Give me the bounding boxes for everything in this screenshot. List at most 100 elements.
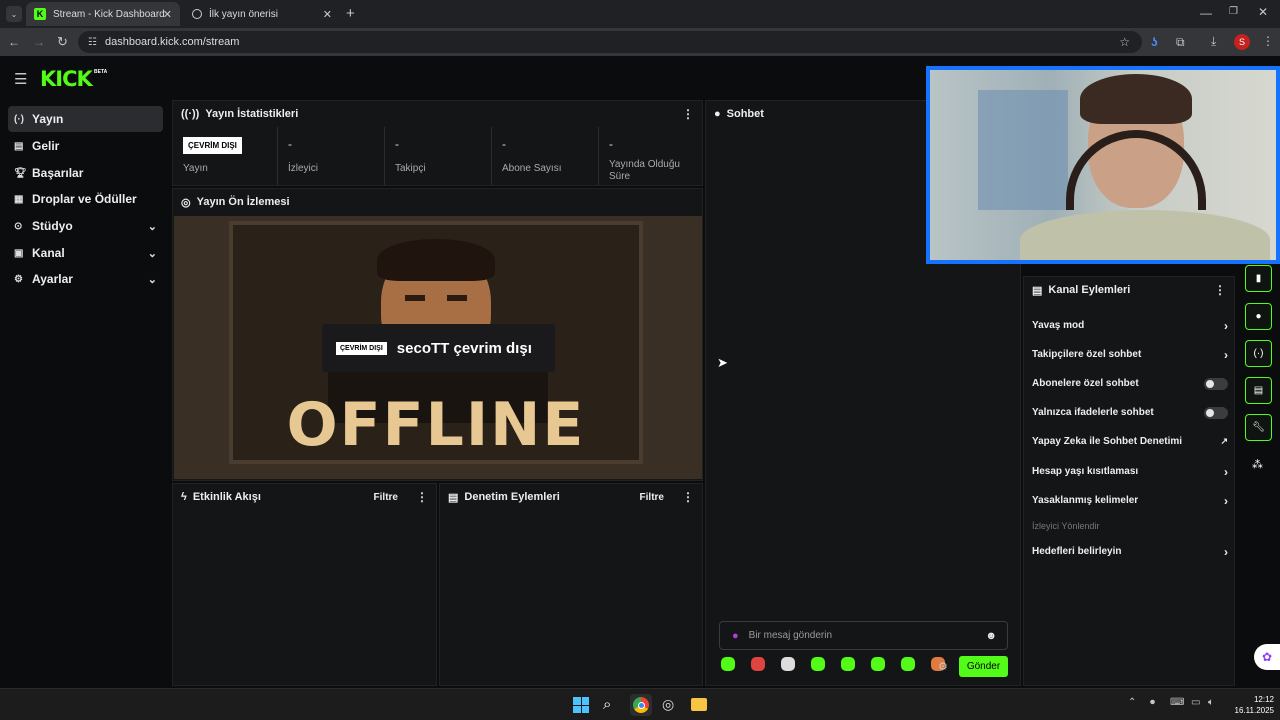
microphone-icon[interactable]: ● (732, 630, 739, 642)
browser-tab-bar: ⌄ K Stream - Kick Dashboard ✕ İlk yayın … (0, 0, 1280, 28)
chrome-icon (633, 697, 649, 713)
minimize-icon[interactable]: — (1200, 6, 1212, 20)
rail-broadcast-button[interactable]: (·) (1245, 340, 1272, 367)
chevron-right-icon: › (1224, 464, 1228, 479)
row-slow-mode[interactable]: Yavaş mod › (1032, 311, 1228, 340)
download-icon[interactable]: ⤓ (1211, 34, 1216, 49)
search-icon[interactable]: ⌕ (603, 696, 611, 713)
chevron-right-icon: › (1224, 347, 1228, 362)
panel-title: Denetim Eylemleri (464, 491, 560, 503)
chevron-right-icon: › (1224, 493, 1228, 508)
emote[interactable] (721, 657, 735, 671)
windows-start-icon[interactable] (573, 697, 589, 713)
subscribers-only-toggle[interactable] (1204, 377, 1228, 390)
address-bar[interactable]: ☷ dashboard.kick.com/stream ☆ (78, 31, 1142, 53)
sidebar-item-droplar[interactable]: ▦ Droplar ve Ödüller (8, 186, 163, 212)
send-button[interactable]: Gönder (959, 656, 1008, 677)
rail-notes-button[interactable]: ▮ (1245, 265, 1272, 292)
maximize-icon[interactable]: ❐ (1229, 6, 1238, 17)
sidebar-item-basarilar[interactable]: 🏆︎ Başarılar (8, 160, 163, 186)
tab-chatgpt[interactable]: İlk yayın önerisi ✕ (184, 2, 340, 26)
stat-value: - (609, 137, 613, 151)
stat-uptime: - Yayında Olduğu Süre (599, 127, 702, 185)
row-emotes-only: Yalnızca ifadelerle sohbet (1032, 398, 1228, 427)
sidebar-item-ayarlar[interactable]: ⚙ Ayarlar ⌄ (8, 266, 163, 292)
row-label: Takipçilere özel sohbet (1032, 349, 1142, 360)
clock[interactable]: 12:12 16.11.2025 (1226, 694, 1274, 716)
extension-icon[interactable]: ʖ (1151, 35, 1158, 49)
panel-header: ϟ Etkinlik Akışı Filtre ⋮ (173, 484, 436, 510)
row-followers-only[interactable]: Takipçilere özel sohbet › (1032, 340, 1228, 369)
sidebar-item-studyo[interactable]: ⊙ Stüdyo ⌄ (8, 213, 163, 239)
panel-header: ◎ Yayın Ön İzlemesi (173, 189, 702, 215)
more-options-icon[interactable]: ⋮ (1214, 283, 1226, 297)
filter-button[interactable]: Filtre (640, 492, 664, 503)
sidebar-item-gelir[interactable]: ▤ Gelir (8, 133, 163, 159)
row-banned-words[interactable]: Yasaklanmış kelimeler › (1032, 486, 1228, 515)
profile-avatar[interactable]: S (1234, 34, 1250, 50)
emoji-icon[interactable]: ☻ (985, 630, 997, 642)
more-options-icon[interactable]: ⋮ (682, 107, 694, 121)
new-tab-icon[interactable]: + (346, 5, 355, 22)
back-icon[interactable]: ← (8, 35, 20, 49)
kick-logo[interactable]: KICK (40, 67, 93, 91)
rail-tools-button[interactable]: 🔧︎ (1245, 414, 1272, 441)
site-info-icon[interactable]: ☷ (88, 37, 97, 48)
lightning-icon: ϟ (181, 491, 187, 503)
rail-actions-button[interactable]: ▤ (1245, 377, 1272, 404)
emote[interactable] (781, 657, 795, 671)
emote[interactable] (751, 657, 765, 671)
stat-subscribers: - Abone Sayısı (492, 127, 599, 185)
broadcast-icon: (·) (14, 113, 24, 125)
volume-icon[interactable]: 🔈︎ (1208, 697, 1214, 708)
chat-input[interactable]: ● Bir mesaj gönderin ☻ (719, 621, 1008, 650)
obs-icon[interactable]: ◎ (662, 696, 674, 713)
hamburger-menu-icon[interactable]: ☰ (14, 70, 27, 88)
tab-kick-dashboard[interactable]: K Stream - Kick Dashboard ✕ (26, 2, 180, 26)
assistant-launcher-icon[interactable]: ✿ (1254, 644, 1280, 670)
chat-settings-gear-icon[interactable]: ⚙ (938, 660, 948, 673)
panel-title: Etkinlik Akışı (192, 491, 261, 503)
add-widget-icon[interactable]: ⁂ (1252, 458, 1263, 471)
browser-menu-icon[interactable]: ⋮ (1262, 34, 1274, 48)
sidebar-item-label: Yayın (32, 112, 64, 126)
extensions-puzzle-icon[interactable]: ⧉ (1176, 35, 1185, 50)
shoulders (1020, 210, 1270, 260)
emote[interactable] (811, 657, 825, 671)
sidebar-item-yayin[interactable]: (·) Yayın (8, 106, 163, 132)
offline-message: secoTT çevrim dışı (396, 339, 532, 357)
emote[interactable] (841, 657, 855, 671)
rail-chat-button[interactable]: ● (1245, 303, 1272, 330)
chrome-taskbar-button[interactable] (630, 694, 652, 716)
row-ai-moderation[interactable]: Yapay Zeka ile Sohbet Denetimi ↗ (1032, 427, 1228, 456)
more-options-icon[interactable]: ⋮ (416, 490, 428, 504)
panel-header: ▤ Kanal Eylemleri ⋮ (1024, 277, 1234, 303)
row-set-goals[interactable]: Hedefleri belirleyin › (1032, 537, 1228, 566)
tab-search-icon[interactable]: ⌄ (6, 6, 22, 22)
chevron-right-icon: › (1224, 544, 1228, 559)
window-close-icon[interactable]: ✕ (1258, 5, 1268, 19)
filter-button[interactable]: Filtre (374, 492, 398, 503)
panel-title: Yayın İstatistikleri (205, 108, 299, 120)
emote[interactable] (871, 657, 885, 671)
row-account-age[interactable]: Hesap yaşı kısıtlaması › (1032, 457, 1228, 486)
activity-feed-panel: ϟ Etkinlik Akışı Filtre ⋮ (172, 483, 437, 686)
network-icon[interactable]: ▭ (1191, 697, 1200, 708)
more-options-icon[interactable]: ⋮ (682, 490, 694, 504)
gear-icon: ⚙ (14, 273, 23, 285)
emotes-only-toggle[interactable] (1204, 406, 1228, 419)
broadcast-icon: ((·)) (181, 108, 200, 120)
reload-icon[interactable]: ↻ (57, 34, 68, 50)
close-icon[interactable]: ✕ (323, 8, 332, 21)
microphone-tray-icon[interactable]: ⏺ (1150, 697, 1155, 708)
tray-chevron-icon[interactable]: ⌃ (1128, 697, 1136, 708)
emote[interactable] (901, 657, 915, 671)
actions-icon: ▤ (1253, 385, 1264, 396)
sidebar-item-kanal[interactable]: ▣ Kanal ⌄ (8, 240, 163, 266)
offline-banner-image: OFFLINE ÇEVRİM DIŞI secoTT çevrim dışı (174, 216, 702, 479)
close-icon[interactable]: ✕ (163, 8, 172, 21)
bookmark-star-icon[interactable]: ☆ (1119, 35, 1130, 49)
keyboard-icon[interactable]: ⌨ (1170, 697, 1184, 708)
forward-icon[interactable]: → (33, 35, 45, 49)
file-explorer-icon[interactable] (691, 698, 707, 711)
